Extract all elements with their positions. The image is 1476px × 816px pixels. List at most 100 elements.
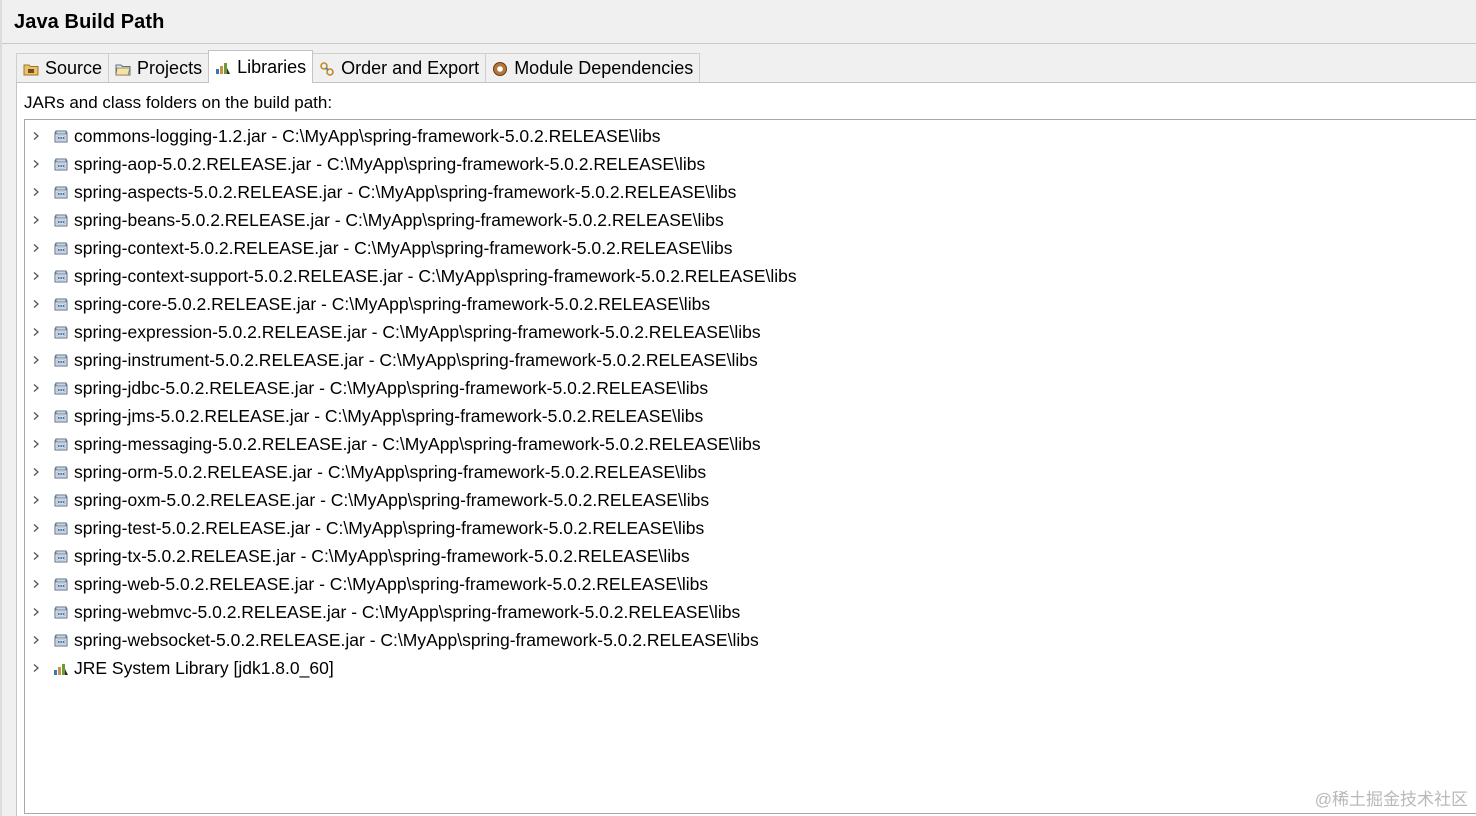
tab-source[interactable]: Source <box>16 53 110 83</box>
tree-item-label: spring-test-5.0.2.RELEASE.jar - C:\MyApp… <box>74 517 705 538</box>
tab-module-dependencies[interactable]: Module Dependencies <box>485 53 701 83</box>
jar-icon <box>54 606 68 619</box>
tab-label: Libraries <box>237 56 307 77</box>
chevron-right-icon[interactable] <box>31 271 41 281</box>
libraries-tree[interactable]: commons-logging-1.2.jar - C:\MyApp\sprin… <box>24 119 1476 814</box>
jar-icon <box>54 130 68 143</box>
tree-item-label: spring-webmvc-5.0.2.RELEASE.jar - C:\MyA… <box>74 601 741 622</box>
tree-item-jar[interactable]: spring-messaging-5.0.2.RELEASE.jar - C:\… <box>25 430 1476 458</box>
tree-item-label: spring-tx-5.0.2.RELEASE.jar - C:\MyApp\s… <box>74 545 690 566</box>
chevron-right-icon[interactable] <box>31 215 41 225</box>
chevron-right-icon[interactable] <box>31 607 41 617</box>
tree-item-label: spring-beans-5.0.2.RELEASE.jar - C:\MyAp… <box>74 209 724 230</box>
build-path-label: JARs and class folders on the build path… <box>24 93 333 112</box>
tree-item-jar[interactable]: spring-aop-5.0.2.RELEASE.jar - C:\MyApp\… <box>25 150 1476 178</box>
chevron-right-icon[interactable] <box>31 383 41 393</box>
chevron-right-icon[interactable] <box>31 635 41 645</box>
chevron-right-icon[interactable] <box>31 243 41 253</box>
tree-item-label: spring-core-5.0.2.RELEASE.jar - C:\MyApp… <box>74 293 711 314</box>
watermark: @稀土掘金技术社区 <box>1314 790 1468 809</box>
chevron-right-icon[interactable] <box>31 299 41 309</box>
libraries-icon <box>216 63 231 74</box>
tab-label: Source <box>45 58 103 78</box>
chevron-right-icon[interactable] <box>31 439 41 449</box>
chevron-right-icon[interactable] <box>31 495 41 505</box>
chevron-right-icon[interactable] <box>31 523 41 533</box>
tree-item-label: spring-web-5.0.2.RELEASE.jar - C:\MyApp\… <box>74 573 709 594</box>
libraries-tab-panel: JARs and class folders on the build path… <box>16 82 1476 816</box>
tree-item-label: spring-context-5.0.2.RELEASE.jar - C:\My… <box>74 237 733 258</box>
tree-item-jar[interactable]: spring-web-5.0.2.RELEASE.jar - C:\MyApp\… <box>25 570 1476 598</box>
tree-item-jar[interactable]: spring-expression-5.0.2.RELEASE.jar - C:… <box>25 318 1476 346</box>
tree-item-label: spring-aspects-5.0.2.RELEASE.jar - C:\My… <box>74 181 737 202</box>
tab-bar: Source Projects Libraries Order and Export M… <box>16 50 701 83</box>
chevron-right-icon[interactable] <box>31 159 41 169</box>
jar-icon <box>54 550 68 563</box>
jar-icon <box>54 354 68 367</box>
tree-item-label: spring-websocket-5.0.2.RELEASE.jar - C:\… <box>74 629 759 650</box>
jar-icon <box>54 522 68 535</box>
tree-item-jar[interactable]: spring-webmvc-5.0.2.RELEASE.jar - C:\MyA… <box>25 598 1476 626</box>
tree-item-jar[interactable]: spring-aspects-5.0.2.RELEASE.jar - C:\My… <box>25 178 1476 206</box>
chevron-right-icon[interactable] <box>31 579 41 589</box>
jar-icon <box>54 158 68 171</box>
jar-icon <box>54 326 68 339</box>
tree-item-jar[interactable]: spring-instrument-5.0.2.RELEASE.jar - C:… <box>25 346 1476 374</box>
chevron-right-icon[interactable] <box>31 467 41 477</box>
jar-icon <box>54 242 68 255</box>
source-folder-icon <box>23 64 39 75</box>
chevron-right-icon[interactable] <box>31 187 41 197</box>
tab-projects[interactable]: Projects <box>108 53 210 83</box>
tree-item-label: spring-oxm-5.0.2.RELEASE.jar - C:\MyApp\… <box>74 489 710 510</box>
jar-icon <box>54 298 68 311</box>
tree-item-jar[interactable]: spring-oxm-5.0.2.RELEASE.jar - C:\MyApp\… <box>25 486 1476 514</box>
chevron-right-icon[interactable] <box>31 551 41 561</box>
tree-item-jar[interactable]: spring-test-5.0.2.RELEASE.jar - C:\MyApp… <box>25 514 1476 542</box>
tree-item-label: spring-expression-5.0.2.RELEASE.jar - C:… <box>74 321 761 342</box>
tree-item-jar[interactable]: spring-orm-5.0.2.RELEASE.jar - C:\MyApp\… <box>25 458 1476 486</box>
page-title: Java Build Path <box>14 11 165 33</box>
tree-item-label: spring-messaging-5.0.2.RELEASE.jar - C:\… <box>74 433 761 454</box>
java-build-path-dialog: Java Build Path Source Projects Libraries O… <box>0 0 1476 816</box>
order-export-icon <box>320 61 334 76</box>
jar-icon <box>54 270 68 283</box>
tab-order-and-export[interactable]: Order and Export <box>312 53 487 83</box>
dialog-left-edge <box>0 0 2 816</box>
tab-libraries[interactable]: Libraries <box>208 50 314 83</box>
jar-icon <box>54 438 68 451</box>
tree-item-label: spring-aop-5.0.2.RELEASE.jar - C:\MyApp\… <box>74 153 706 174</box>
projects-folder-icon <box>115 64 131 75</box>
tree-item-label: spring-context-support-5.0.2.RELEASE.jar… <box>74 265 797 286</box>
tree-item-label: commons-logging-1.2.jar - C:\MyApp\sprin… <box>74 125 661 146</box>
tree-item-label: spring-orm-5.0.2.RELEASE.jar - C:\MyApp\… <box>74 461 707 482</box>
chevron-right-icon[interactable] <box>31 663 41 673</box>
tree-item-jar[interactable]: spring-context-support-5.0.2.RELEASE.jar… <box>25 262 1476 290</box>
tab-label: Order and Export <box>341 58 480 78</box>
tree-item-label: spring-jdbc-5.0.2.RELEASE.jar - C:\MyApp… <box>74 377 709 398</box>
chevron-right-icon[interactable] <box>31 327 41 337</box>
jar-icon <box>54 382 68 395</box>
tab-label: Module Dependencies <box>514 58 694 78</box>
chevron-right-icon[interactable] <box>31 131 41 141</box>
chevron-right-icon[interactable] <box>31 411 41 421</box>
jar-icon <box>54 214 68 227</box>
tree-item-jar[interactable]: spring-beans-5.0.2.RELEASE.jar - C:\MyAp… <box>25 206 1476 234</box>
tree-item-jar[interactable]: spring-tx-5.0.2.RELEASE.jar - C:\MyApp\s… <box>25 542 1476 570</box>
jar-icon <box>54 578 68 591</box>
tab-label: Projects <box>137 58 203 78</box>
tree-item-jar[interactable]: commons-logging-1.2.jar - C:\MyApp\sprin… <box>25 122 1476 150</box>
jar-icon <box>54 186 68 199</box>
tree-item-jar[interactable]: spring-context-5.0.2.RELEASE.jar - C:\My… <box>25 234 1476 262</box>
tree-item-jar[interactable]: spring-jdbc-5.0.2.RELEASE.jar - C:\MyApp… <box>25 374 1476 402</box>
module-icon <box>493 61 508 76</box>
tree-item-jar[interactable]: spring-jms-5.0.2.RELEASE.jar - C:\MyApp\… <box>25 402 1476 430</box>
tree-item-jar[interactable]: spring-core-5.0.2.RELEASE.jar - C:\MyApp… <box>25 290 1476 318</box>
tree-item-jar[interactable]: spring-websocket-5.0.2.RELEASE.jar - C:\… <box>25 626 1476 654</box>
jar-icon <box>54 494 68 507</box>
tree-item-label: spring-instrument-5.0.2.RELEASE.jar - C:… <box>74 349 758 370</box>
jar-icon <box>54 466 68 479</box>
chevron-right-icon[interactable] <box>31 355 41 365</box>
jre-library-icon <box>54 664 68 675</box>
tree-item-jre-library[interactable]: JRE System Library [jdk1.8.0_60] <box>25 654 1476 682</box>
jar-icon <box>54 410 68 423</box>
